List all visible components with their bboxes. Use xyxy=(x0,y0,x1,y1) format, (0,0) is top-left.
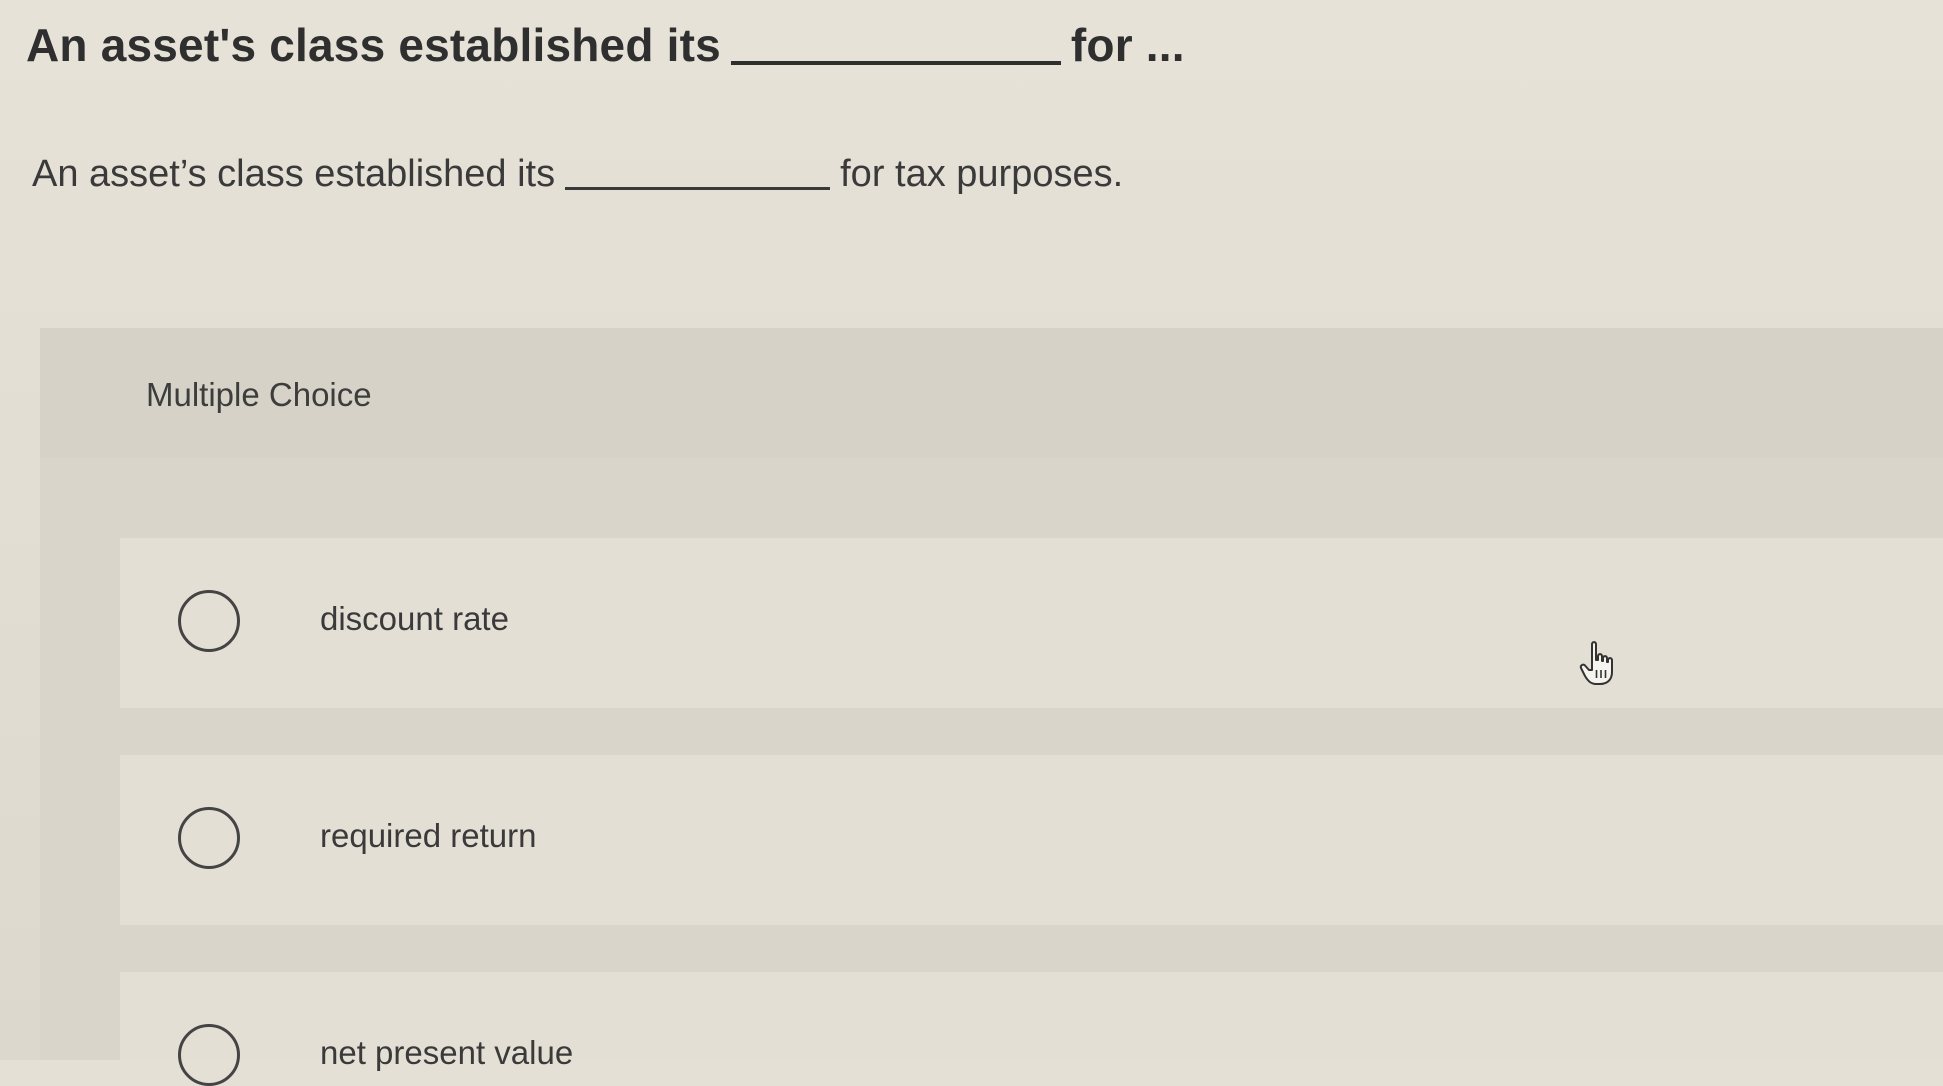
question-title: An asset's class established its for ... xyxy=(26,18,1185,72)
title-text-before: An asset's class established its xyxy=(26,19,721,71)
question-page: An asset's class established its for ... … xyxy=(0,0,1943,1086)
hand-pointer-icon xyxy=(1579,641,1613,685)
radio-unselected-icon[interactable] xyxy=(178,590,240,652)
option-net-present-value[interactable]: net present value xyxy=(120,972,1943,1086)
option-label: net present value xyxy=(320,1034,574,1071)
option-label: discount rate xyxy=(320,600,509,637)
option-label: required return xyxy=(320,817,537,854)
prompt-text-after: for tax purposes. xyxy=(840,153,1124,195)
option-required-return[interactable]: required return xyxy=(120,755,1943,925)
radio-unselected-icon[interactable] xyxy=(178,1024,240,1086)
title-text-after: for ... xyxy=(1070,19,1185,71)
question-prompt: An asset’s class established its for tax … xyxy=(32,153,1123,196)
option-discount-rate[interactable]: discount rate xyxy=(120,538,1943,708)
title-blank xyxy=(730,61,1061,65)
radio-unselected-icon[interactable] xyxy=(178,807,240,869)
prompt-text-before: An asset’s class established its xyxy=(32,153,556,195)
multiple-choice-label: Multiple Choice xyxy=(146,376,372,413)
prompt-blank xyxy=(565,187,831,190)
